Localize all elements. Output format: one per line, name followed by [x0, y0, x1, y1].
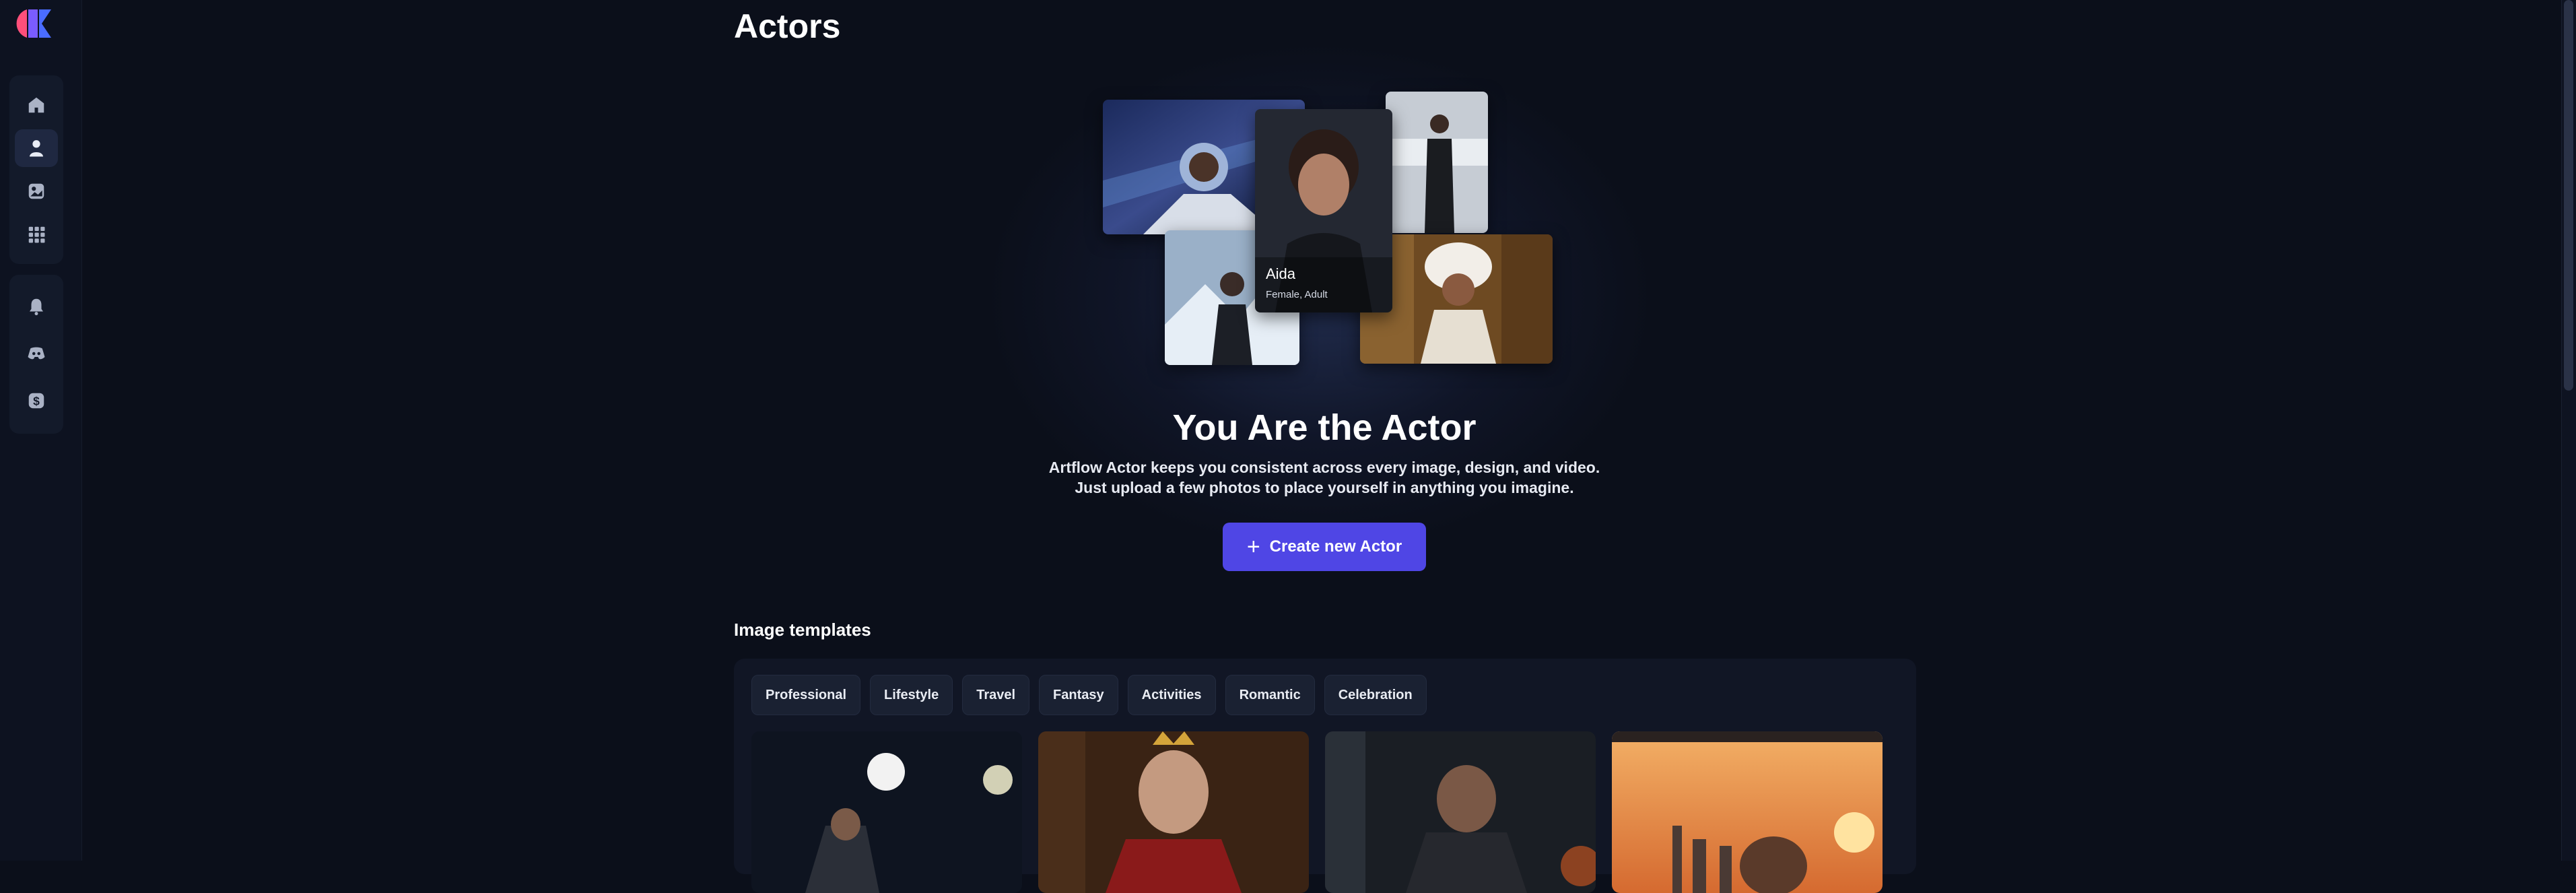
image-templates-panel: Professional Lifestyle Travel Fantasy Ac… [734, 659, 1916, 893]
chip-lifestyle[interactable]: Lifestyle [870, 675, 953, 715]
template-tiles [751, 731, 1883, 893]
chip-activities[interactable]: Activities [1127, 675, 1216, 715]
template-tile-craftsman[interactable] [1325, 731, 1596, 893]
create-new-actor-button[interactable]: + Create new Actor [1223, 523, 1426, 571]
chip-travel[interactable]: Travel [962, 675, 1030, 715]
home-icon [28, 97, 44, 113]
template-category-chips: Professional Lifestyle Travel Fantasy Ac… [751, 675, 1427, 715]
page-title: Actors [734, 7, 841, 45]
actor-card-meta: Female, Adult [1266, 289, 1328, 300]
apps-grid-icon [28, 226, 45, 243]
sidebar-item-home[interactable] [15, 86, 58, 124]
user-icon [30, 140, 43, 157]
sidebar-secondary-nav: $ [9, 275, 63, 434]
page-scrollbar[interactable] [2561, 0, 2576, 861]
sidebar-item-discord[interactable] [15, 333, 58, 374]
bell-icon [30, 298, 43, 316]
sidebar-item-gallery[interactable] [15, 172, 58, 210]
sidebar-item-apps[interactable] [15, 216, 58, 253]
create-new-actor-label: Create new Actor [1269, 537, 1402, 556]
dollar-icon: $ [28, 393, 44, 409]
gallery-icon [28, 183, 44, 199]
chip-fantasy[interactable]: Fantasy [1039, 675, 1118, 715]
artflow-logo[interactable] [15, 7, 55, 40]
actor-card-aida[interactable]: Aida Female, Adult [1255, 109, 1392, 312]
hero-title: You Are the Actor [1172, 407, 1477, 448]
hero-subtitle-line2: Just upload a few photos to place yourse… [1075, 479, 1574, 496]
sidebar-main-nav [9, 75, 63, 264]
example-photo-jet [1386, 92, 1488, 233]
plus-icon: + [1246, 534, 1260, 560]
sidebar-item-notifications[interactable] [15, 286, 58, 327]
chip-romantic[interactable]: Romantic [1225, 675, 1315, 715]
chip-professional[interactable]: Professional [751, 675, 861, 715]
image-templates-title: Image templates [734, 620, 871, 640]
template-tile-prince[interactable] [1038, 731, 1309, 893]
template-tile-soccer[interactable] [751, 731, 1022, 893]
svg-text:$: $ [33, 394, 40, 407]
discord-icon [28, 347, 45, 360]
hero-subtitle-line1: Artflow Actor keeps you consistent acros… [1048, 459, 1600, 476]
sidebar-item-actors[interactable] [15, 129, 58, 167]
scrollbar-thumb[interactable] [2564, 0, 2573, 391]
template-tile-helicopter-city[interactable] [1612, 731, 1883, 893]
actor-card-name: Aida [1266, 265, 1296, 282]
sidebar-item-pricing[interactable]: $ [15, 380, 58, 422]
chip-celebration[interactable]: Celebration [1324, 675, 1427, 715]
sidebar: $ [0, 0, 82, 861]
